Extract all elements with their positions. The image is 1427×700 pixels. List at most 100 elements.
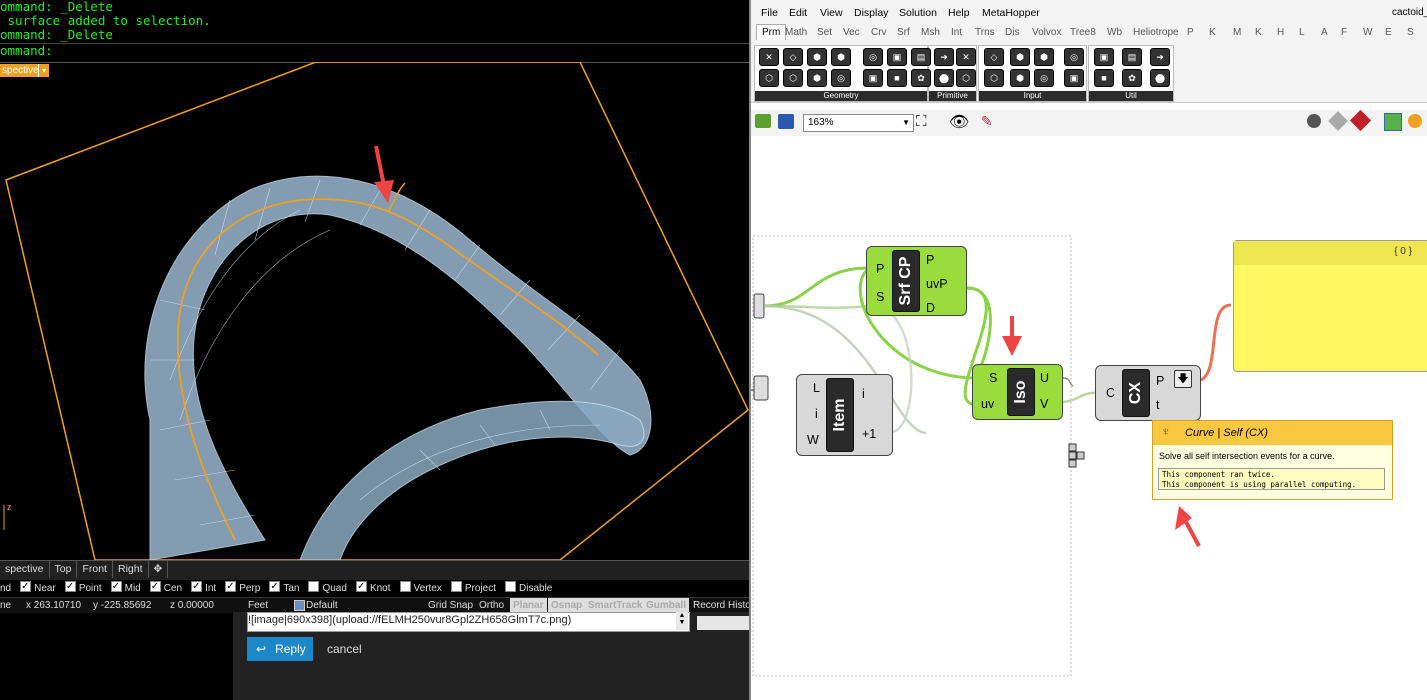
ribbon-component-icon[interactable]: ▤ [911,48,931,66]
add-viewport-icon[interactable]: ✥ [149,561,169,578]
ribbon-component-icon[interactable]: ✿ [911,69,931,87]
srfcp-output-p[interactable]: P [926,253,934,267]
ribbon-component-icon[interactable]: ⬤ [934,69,954,87]
ribbon-component-icon[interactable]: ■ [1094,69,1114,87]
gh-tab[interactable]: S [1407,27,1414,38]
parallel-computing-icon[interactable]: 🡇 [1174,370,1192,388]
iso-component[interactable]: S uv Iso U V [972,364,1063,420]
command-prompt[interactable]: ommand: [0,43,750,58]
item-output-i[interactable]: i [862,387,865,401]
osnap-checkbox[interactable] [149,578,161,595]
gh-tab[interactable]: Tree8 [1070,27,1096,38]
osnap-item[interactable]: Project [450,581,496,594]
cancel-link[interactable]: cancel [327,642,362,656]
document-preview-icon[interactable] [1408,114,1422,128]
menu-solution[interactable]: Solution [899,7,937,19]
gh-tab[interactable]: F [1341,27,1347,38]
menu-view[interactable]: View [820,7,843,19]
osnap-item[interactable]: Int [191,578,216,595]
osnap-item[interactable]: Mid [110,578,141,595]
menu-file[interactable]: File [761,7,778,19]
ribbon-component-icon[interactable]: ◎ [1034,69,1054,87]
viewport-title[interactable]: spective [0,64,41,77]
gh-tab[interactable]: K [1255,27,1262,38]
ribbon-component-icon[interactable]: ⬢ [1010,69,1030,87]
ribbon-component-icon[interactable]: ⬢ [831,48,851,66]
tab-front[interactable]: Front [77,561,113,578]
osnap-item[interactable]: Point [64,578,102,595]
shaded-icon[interactable] [1349,109,1372,132]
ribbon-component-icon[interactable]: ▤ [1122,48,1142,66]
osnap-checkbox[interactable] [450,581,462,592]
ribbon-component-icon[interactable]: ■ [887,69,907,87]
srfcp-input-p[interactable]: P [876,262,884,276]
input-scrollbar[interactable]: ▲ ▼ [676,612,688,630]
item-input-l[interactable]: L [813,381,820,395]
ribbon-component-icon[interactable]: ➜ [934,48,954,66]
iso-output-u[interactable]: U [1040,371,1049,385]
osnap-item[interactable]: Cen [149,578,182,595]
gh-tab[interactable]: A [1321,27,1328,38]
iso-input-s[interactable]: S [989,371,997,385]
osnap-checkbox[interactable] [225,578,237,595]
gh-tab[interactable]: E [1385,27,1392,38]
ribbon-component-icon[interactable]: ⬢ [807,48,827,66]
osnap-item[interactable]: Quad [308,581,347,594]
menu-display[interactable]: Display [854,7,888,19]
ribbon-component-icon[interactable]: ✿ [1122,69,1142,87]
ortho-toggle[interactable]: Ortho [479,598,504,613]
grasshopper-canvas[interactable]: P S Srf CP P uvP D S uv Iso U V L i W It… [751,136,1427,700]
ribbon-component-icon[interactable]: ▣ [887,48,907,66]
reply-text-input[interactable]: ![image|690x398](upload://fELMH250vur8Gp… [247,612,690,632]
zoom-select[interactable]: 163% ▼ [803,114,914,132]
tab-top[interactable]: Top [50,561,78,578]
ribbon-component-icon[interactable]: ⬢ [1034,48,1054,66]
osnap-item[interactable]: Knot [355,578,391,595]
grid-snap-toggle[interactable]: Grid Snap [428,598,473,613]
gh-tab[interactable]: H [1277,27,1284,38]
ribbon-component-icon[interactable]: ◎ [831,69,851,87]
osnap-checkbox[interactable] [355,578,367,595]
gh-tab[interactable]: Trns [975,27,995,38]
open-file-icon[interactable] [755,114,771,128]
layer-label[interactable]: Default [306,598,338,613]
planar-toggle[interactable]: Planar [510,598,547,612]
osnap-item[interactable]: Vertex [399,581,442,594]
ribbon-component-icon[interactable]: ⬡ [759,69,779,87]
cx-output-p[interactable]: P [1156,374,1164,388]
osnap-checkbox[interactable] [64,578,76,595]
osnap-item[interactable]: Tan [269,578,299,595]
perspective-viewport[interactable]: z [0,62,750,560]
gh-tab[interactable]: W [1363,27,1372,38]
gh-tab[interactable]: K [1209,27,1216,38]
preview-mode-icon[interactable] [1307,114,1321,128]
tab-right[interactable]: Right [113,561,149,578]
gh-tab[interactable]: Srf [897,27,910,38]
osnap-checkbox[interactable] [269,578,281,595]
ribbon-component-icon[interactable]: ◇ [984,48,1004,66]
ribbon-component-icon[interactable]: ➜ [1150,48,1170,66]
units-label[interactable]: Feet [248,598,268,613]
osnap-checkbox[interactable] [110,578,122,595]
srfcp-output-uvp[interactable]: uvP [926,277,948,291]
ribbon-component-icon[interactable]: ⬡ [984,69,1004,87]
curve-self-cx-component[interactable]: C CX P t 🡇 [1095,365,1201,421]
gh-tab[interactable]: Heliotrope [1133,27,1179,38]
record-history-toggle[interactable]: Record History [693,598,750,613]
gh-tab[interactable]: Msh [921,27,940,38]
smarttrack-toggle[interactable]: SmartTrack [585,598,646,612]
ribbon-component-icon[interactable]: ◎ [1064,48,1084,66]
output-panel[interactable]: { 0 } [1233,240,1427,372]
gh-tab[interactable]: L [1299,27,1305,38]
sketch-pen-icon[interactable]: ✎ [981,113,993,130]
ribbon-component-icon[interactable]: ▣ [1064,69,1084,87]
ribbon-component-icon[interactable]: ▣ [863,69,883,87]
osnap-checkbox[interactable] [191,578,203,595]
osnap-item[interactable]: Disable [505,581,552,594]
list-item-component[interactable]: L i W Item i +1 [796,374,893,456]
cx-input-c[interactable]: C [1106,386,1115,400]
tab-perspective[interactable]: spective [0,561,50,578]
ribbon-component-icon[interactable]: ◇ [783,48,803,66]
osnap-item[interactable]: nd [0,583,11,594]
gh-tab[interactable]: Crv [871,27,887,38]
